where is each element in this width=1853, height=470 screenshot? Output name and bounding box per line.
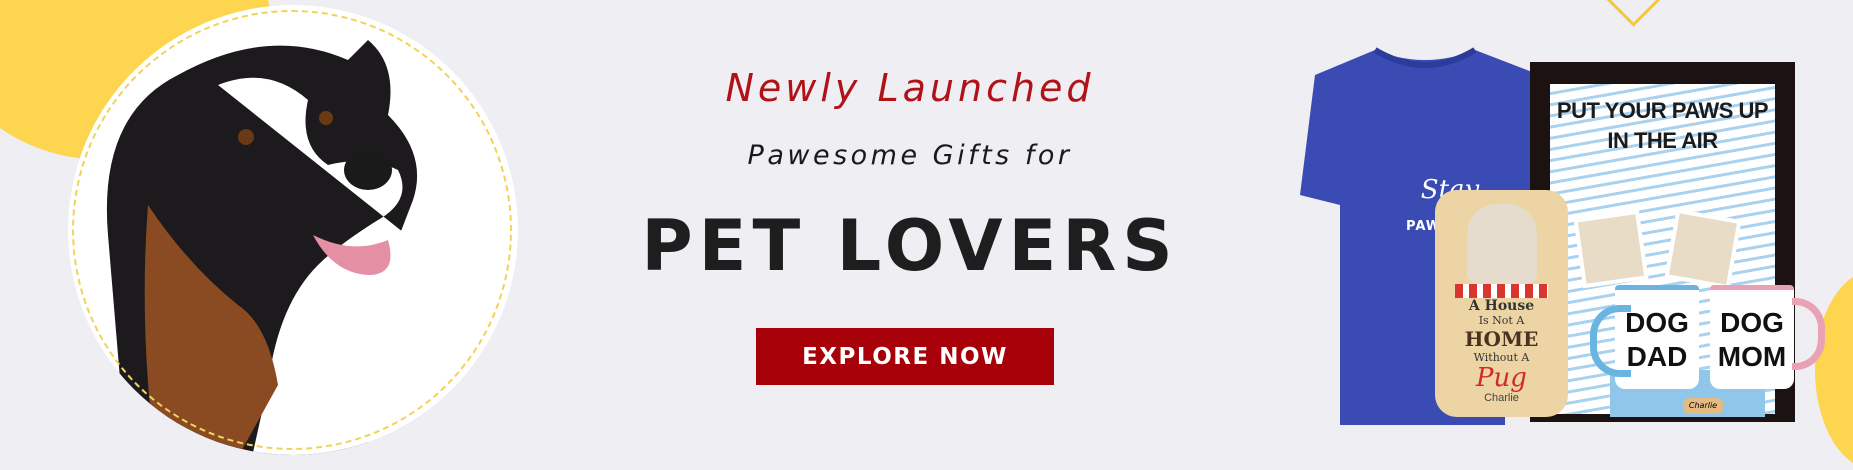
- frame-text: PUT YOUR PAWS UP IN THE AIR: [1556, 98, 1769, 153]
- banner-title: PET LOVERS: [641, 205, 1179, 287]
- plaque-name: Charlie: [1484, 392, 1519, 404]
- mug-handle: [1590, 305, 1631, 377]
- frame-photo: [1664, 208, 1742, 290]
- plaque-text: Pug: [1476, 363, 1527, 393]
- plaque-text: HOME: [1464, 327, 1539, 351]
- wooden-plaque-product: A House Is Not A HOME Without A Pug Char…: [1435, 190, 1568, 417]
- keychain-tag: Charlie: [1683, 398, 1723, 414]
- plaque-text: A House: [1468, 298, 1535, 314]
- mug-text: DOG: [1720, 307, 1784, 338]
- eyebrow-text: Newly Launched: [725, 66, 1095, 110]
- frame-photo: [1573, 209, 1649, 289]
- subtitle-text: Pawesome Gifts for: [747, 140, 1073, 171]
- explore-now-button[interactable]: EXPLORE NOW: [756, 328, 1054, 385]
- decorative-yellow-blob-right: [1815, 270, 1853, 470]
- dashed-circle-decoration: [72, 10, 512, 450]
- pug-illustration: [1466, 204, 1537, 284]
- mug-text: MOM: [1717, 341, 1787, 372]
- towel-illustration: [1455, 284, 1548, 298]
- dog-mom-mug-product: DOG MOM: [1710, 285, 1794, 389]
- decorative-diamond: [1600, 0, 1667, 27]
- plaque-text: Is Not A: [1478, 314, 1525, 327]
